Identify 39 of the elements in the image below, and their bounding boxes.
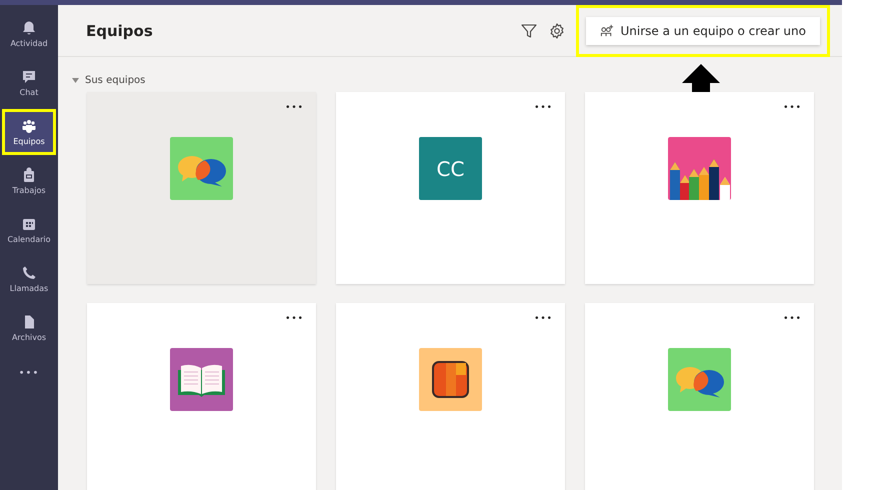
team-card[interactable]: ••• (585, 303, 814, 490)
more-options-button[interactable]: ••• (783, 103, 802, 113)
team-card[interactable]: ••• (87, 303, 316, 490)
more-options-button[interactable]: ••• (783, 314, 802, 324)
nav-item[interactable]: Chat (2, 60, 56, 106)
more-options-button[interactable]: ••• (534, 103, 553, 113)
caret-icon[interactable] (72, 78, 79, 83)
colored-pencils-icon (668, 137, 731, 200)
nav-item[interactable]: Calendario (2, 207, 56, 253)
chat-bubble-icon (21, 69, 37, 85)
speech-bubbles-icon (170, 137, 233, 200)
nav-item[interactable]: Archivos (2, 305, 56, 351)
nav-item[interactable]: Equipos (2, 109, 56, 155)
nav-item[interactable]: Trabajos (2, 158, 56, 204)
filter-icon[interactable] (520, 22, 538, 40)
blocks-icon (419, 348, 482, 411)
more-apps-button[interactable]: ••• (14, 364, 44, 383)
more-options-button[interactable]: ••• (534, 314, 553, 324)
phone-icon (21, 265, 37, 281)
page-title: Equipos (86, 22, 153, 40)
nav-item[interactable]: Actividad (2, 11, 56, 57)
team-avatar: CC (419, 137, 482, 200)
more-options-button[interactable]: ••• (285, 103, 304, 113)
people-icon (21, 118, 37, 134)
backpack-icon (21, 167, 37, 183)
team-card[interactable]: ••• CC (336, 92, 565, 284)
people-add-icon (600, 24, 614, 38)
calendar-icon (21, 216, 37, 232)
nav-item[interactable]: Llamadas (2, 256, 56, 302)
section-label[interactable]: Sus equipos (85, 75, 146, 86)
bell-icon (21, 20, 37, 36)
settings-icon[interactable] (548, 22, 566, 40)
speech-bubbles-icon (668, 348, 731, 411)
join-team-button[interactable]: Unirse a un equipo o crear uno (586, 16, 820, 44)
team-card[interactable]: ••• (336, 303, 565, 490)
team-card[interactable]: ••• (87, 92, 316, 284)
open-book-icon (170, 348, 233, 411)
more-options-button[interactable]: ••• (285, 314, 304, 324)
team-card[interactable]: ••• (585, 92, 814, 284)
